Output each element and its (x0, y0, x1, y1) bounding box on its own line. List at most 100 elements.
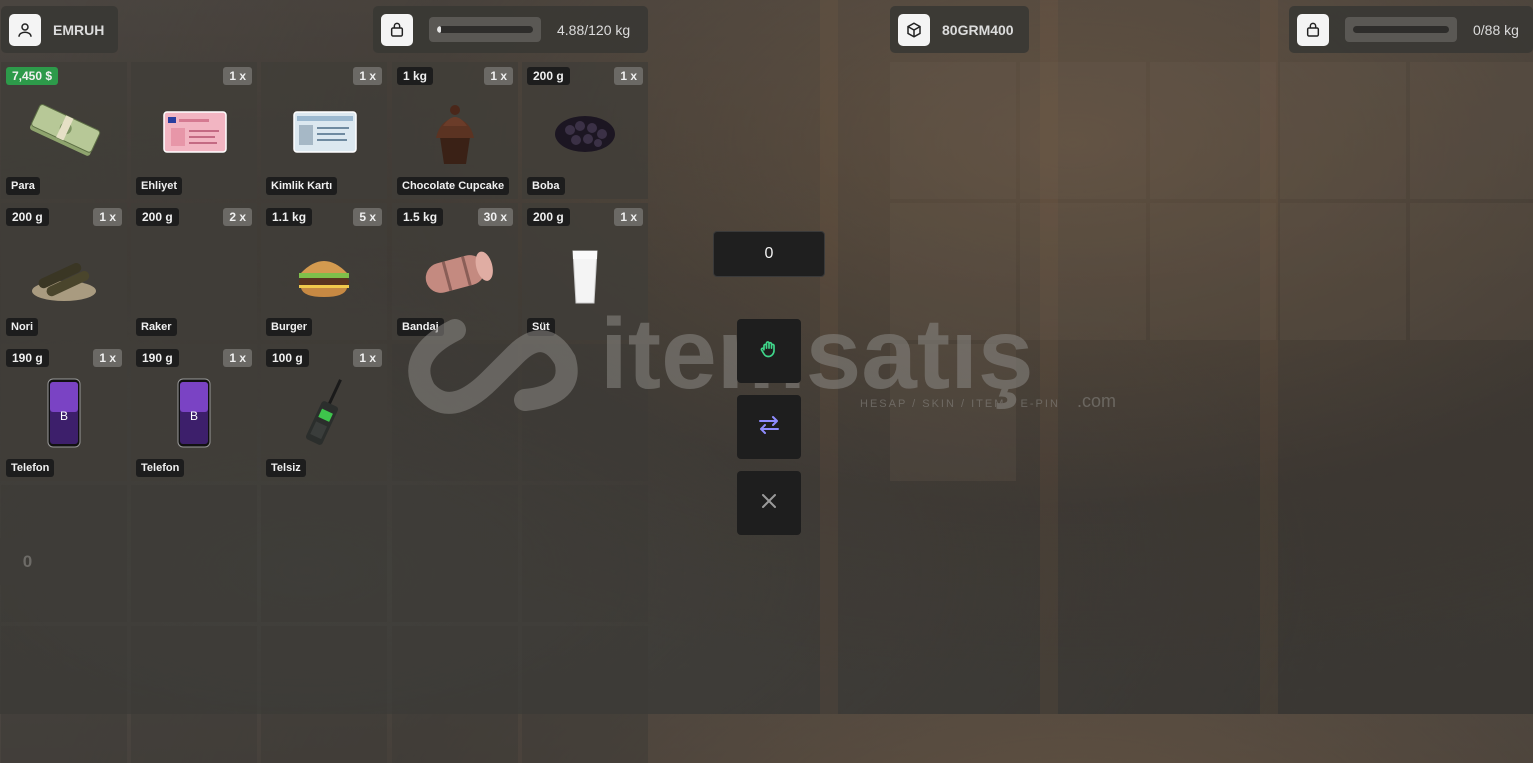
watermark-tagline: HESAP / SKIN / ITEM / E-PIN (860, 398, 1060, 410)
inventory-slot[interactable]: 1 kg 1 x Chocolate Cupcake (392, 62, 518, 199)
empty-slot[interactable] (522, 626, 648, 763)
side-counter: 0 (0, 538, 55, 585)
item-name: Para (6, 177, 40, 195)
watermark-brand: itemsatış (600, 300, 1034, 410)
item-count: 1 x (93, 349, 122, 367)
empty-slot[interactable] (392, 626, 518, 763)
item-count: 1 x (614, 208, 643, 226)
empty-slot[interactable] (261, 485, 387, 622)
item-weight: 7,450 $ (6, 67, 59, 85)
empty-slot[interactable] (1020, 62, 1146, 199)
item-weight: 1.5 kg (397, 208, 444, 226)
item-name: Ehliyet (136, 177, 183, 195)
inventory-slot[interactable]: 1.1 kg 5 x Burger (261, 203, 387, 340)
item-weight: 200 g (527, 208, 570, 226)
inventory-slot[interactable]: 1 x Kimlik Kartı (261, 62, 387, 199)
item-weight: 200 g (6, 208, 49, 226)
empty-slot[interactable] (131, 626, 257, 763)
id-card-icon (279, 92, 369, 172)
other-weight-panel: 0/88 kg (1289, 6, 1533, 53)
player-weight-fill (437, 26, 441, 33)
amount-input[interactable]: 0 (713, 231, 825, 277)
item-name: Kimlik Kartı (266, 177, 338, 195)
nori-icon (19, 233, 109, 313)
item-name: Telsiz (266, 459, 306, 477)
empty-slot[interactable] (522, 485, 648, 622)
empty-slot[interactable] (1280, 203, 1406, 340)
inventory-slot[interactable]: 200 g 1 x Boba (522, 62, 648, 199)
empty-slot[interactable] (1150, 203, 1276, 340)
inventory-slot[interactable]: 200 g 2 x Raker (131, 203, 257, 340)
license-card-icon (149, 92, 239, 172)
inventory-slot[interactable]: 1 x Ehliyet (131, 62, 257, 199)
bag-icon (1297, 13, 1329, 46)
empty-slot[interactable] (1410, 203, 1533, 340)
radio-icon (279, 374, 369, 454)
svg-text:B: B (60, 409, 68, 423)
item-count: 1 x (93, 208, 122, 226)
svg-text:B: B (190, 409, 198, 423)
item-weight: 190 g (136, 349, 179, 367)
item-name: Chocolate Cupcake (397, 177, 510, 195)
item-weight: 200 g (527, 67, 570, 85)
item-name: Raker (136, 318, 177, 336)
item-weight: 100 g (266, 349, 309, 367)
other-inventory-name: 80GRM400 (942, 21, 1014, 38)
hand-icon (759, 339, 779, 364)
give-button[interactable] (737, 395, 801, 459)
player-name: EMRUH (53, 21, 105, 38)
none (149, 233, 239, 313)
swap-arrows-icon (757, 414, 781, 441)
item-name: Telefon (6, 459, 55, 477)
item-count: 1 x (614, 67, 643, 85)
inventory-slot[interactable]: 7,450 $ Para (1, 62, 127, 199)
player-weight-bar (429, 17, 541, 42)
empty-slot[interactable] (261, 626, 387, 763)
inventory-slot[interactable]: 190 g 1 x B Telefon (131, 344, 257, 481)
close-button[interactable] (737, 471, 801, 535)
item-name: Telefon (136, 459, 185, 477)
item-count: 5 x (353, 208, 382, 226)
item-count: 1 x (353, 349, 382, 367)
cupcake-icon (410, 92, 500, 172)
item-count: 30 x (477, 208, 513, 226)
box-icon (898, 13, 930, 46)
close-icon (761, 493, 777, 514)
empty-slot[interactable] (1280, 62, 1406, 199)
item-count: 1 x (223, 349, 252, 367)
item-weight: 190 g (6, 349, 49, 367)
player-weight-text: 4.88/120 kg (557, 21, 631, 38)
item-count: 1 x (223, 67, 252, 85)
empty-slot[interactable] (890, 62, 1016, 199)
money-icon (19, 92, 109, 172)
other-weight-bar (1345, 17, 1457, 42)
item-name: Nori (6, 318, 38, 336)
empty-slot[interactable] (131, 485, 257, 622)
phone-icon: B (149, 374, 239, 454)
item-weight: 1 kg (397, 67, 434, 85)
other-inventory-badge: 80GRM400 (890, 6, 1029, 53)
inventory-slot[interactable]: 200 g 1 x Nori (1, 203, 127, 340)
item-name: Burger (266, 318, 313, 336)
player-weight-panel: 4.88/120 kg (373, 6, 648, 53)
empty-slot[interactable] (1, 626, 127, 763)
item-count: 1 x (484, 67, 513, 85)
empty-slot[interactable] (1410, 62, 1533, 199)
item-count: 1 x (353, 67, 382, 85)
item-weight: 200 g (136, 208, 179, 226)
inventory-slot[interactable]: 100 g 1 x Telsiz (261, 344, 387, 481)
empty-slot[interactable] (392, 485, 518, 622)
empty-slot[interactable] (1150, 62, 1276, 199)
inventory-slot[interactable]: 190 g 1 x B Telefon (1, 344, 127, 481)
user-icon (9, 13, 41, 46)
use-button[interactable] (737, 319, 801, 383)
bag-icon (381, 13, 413, 46)
boba-icon (540, 92, 630, 172)
item-name: Boba (527, 177, 565, 195)
item-count: 2 x (223, 208, 252, 226)
item-weight: 1.1 kg (266, 208, 313, 226)
watermark-domain: .com (1077, 391, 1116, 411)
player-name-badge: EMRUH (1, 6, 118, 53)
other-weight-text: 0/88 kg (1473, 21, 1519, 38)
burger-icon (279, 233, 369, 313)
